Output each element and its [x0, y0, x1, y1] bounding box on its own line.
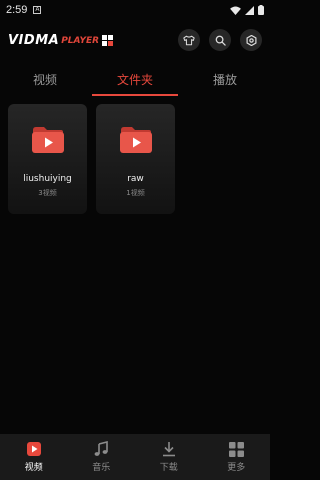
logo-text: VIDMA: [8, 32, 60, 48]
search-icon: [215, 35, 226, 46]
folder-video-count: 1视频: [126, 189, 145, 197]
tshirt-icon: [183, 35, 195, 45]
logo-mark-icon: [102, 34, 114, 46]
app-bar: VIDMA PLAYER: [0, 24, 270, 56]
tab-playback[interactable]: 播放: [180, 62, 270, 96]
theme-button[interactable]: [178, 29, 200, 51]
music-note-icon: [94, 441, 109, 456]
battery-icon: [258, 5, 264, 15]
folder-name: liushuiying: [23, 174, 72, 184]
settings-icon: [246, 34, 256, 46]
tab-bar: 视频 文件夹 播放: [0, 62, 270, 96]
nav-label: 下载: [159, 463, 178, 473]
folder-card[interactable]: liushuiying 3视频: [8, 104, 87, 214]
nav-label: 视频: [24, 463, 43, 473]
status-bar: 2:59 A: [0, 0, 270, 20]
play-icon: [26, 442, 41, 456]
tab-folders[interactable]: 文件夹: [90, 62, 180, 96]
app-logo: VIDMA PLAYER: [8, 32, 114, 48]
logo-subtext: PLAYER: [61, 36, 100, 46]
folder-grid: liushuiying 3视频 raw 1视频: [8, 104, 175, 214]
folder-icon: [119, 127, 152, 153]
settings-button[interactable]: [240, 29, 262, 51]
wifi-icon: [230, 5, 241, 15]
status-time: 2:59: [6, 4, 28, 16]
search-button[interactable]: [209, 29, 231, 51]
nav-label: 更多: [227, 462, 246, 473]
signal-icon: [245, 5, 254, 15]
tab-videos[interactable]: 视频: [0, 62, 90, 96]
status-icons: [230, 5, 264, 15]
grid-icon: [228, 441, 244, 457]
folder-card[interactable]: raw 1视频: [96, 104, 175, 214]
nav-download[interactable]: 下载: [135, 434, 203, 480]
nav-label: 音乐: [92, 463, 111, 473]
folder-icon: [31, 127, 64, 153]
folder-name: raw: [127, 174, 144, 184]
nav-videos[interactable]: 视频: [0, 434, 68, 480]
nav-more[interactable]: 更多: [203, 434, 271, 480]
folder-video-count: 3视频: [38, 189, 57, 197]
notification-icon: A: [33, 6, 42, 14]
bottom-nav: 视频 音乐 下载 更多: [0, 434, 270, 480]
nav-music[interactable]: 音乐: [68, 434, 136, 480]
download-icon: [162, 442, 175, 457]
